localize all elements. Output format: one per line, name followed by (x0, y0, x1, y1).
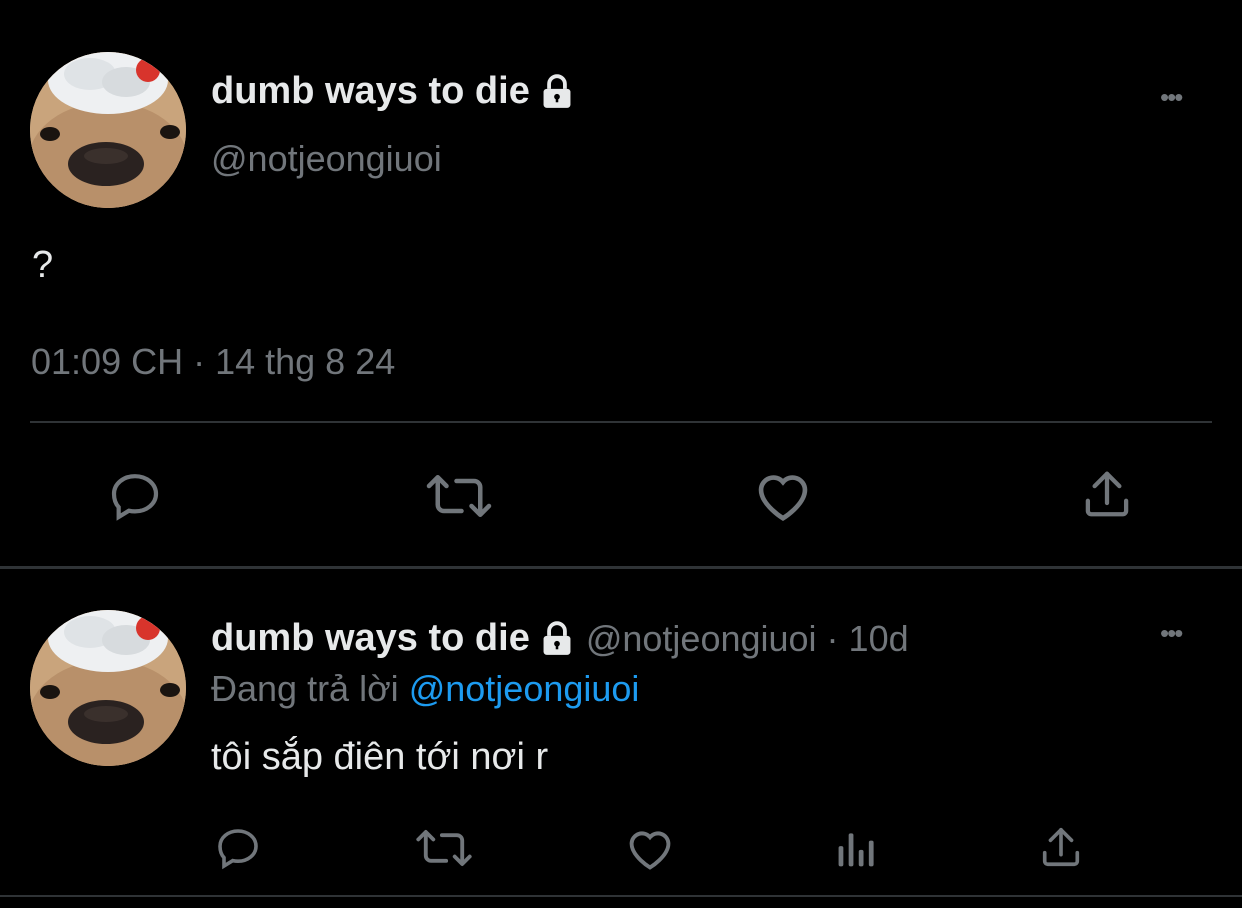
lock-icon (538, 73, 576, 111)
analytics-icon[interactable] (834, 826, 878, 870)
retweet-icon[interactable] (414, 826, 474, 870)
reply-author-name[interactable]: dumb ways to die (211, 617, 576, 660)
comment-icon[interactable] (106, 468, 164, 524)
lock-icon (538, 620, 576, 658)
replying-mention[interactable]: @notjeongiuoi (409, 668, 640, 709)
share-icon[interactable] (1080, 466, 1134, 522)
divider (0, 566, 1242, 569)
divider (0, 895, 1242, 897)
heart-icon[interactable] (752, 466, 814, 524)
avatar-image (30, 52, 186, 208)
tweet-text: ? (32, 244, 54, 286)
avatar[interactable] (30, 52, 186, 208)
reply-text: tôi sắp điên tới nơi r (211, 736, 549, 778)
tweet-timestamp[interactable]: 01:09 CH · 14 thg 8 24 (31, 341, 395, 383)
replying-to-line: Đang trả lời @notjeongiuoi (211, 668, 639, 710)
comment-icon[interactable] (213, 824, 263, 872)
more-icon[interactable]: ••• (1160, 620, 1183, 646)
reply-avatar[interactable] (30, 610, 186, 766)
reply-author-handle[interactable]: @notjeongiuoi (586, 618, 817, 660)
avatar-image (30, 610, 186, 766)
divider (30, 421, 1212, 423)
more-icon[interactable]: ••• (1160, 84, 1183, 110)
author-name[interactable]: dumb ways to die (211, 70, 576, 113)
separator-dot: · (826, 617, 839, 659)
share-icon[interactable] (1038, 824, 1084, 870)
heart-icon[interactable] (624, 824, 676, 872)
reply-header: dumb ways to die @notjeongiuoi · 10d (211, 617, 909, 660)
replying-prefix: Đang trả lời (211, 668, 399, 709)
reply-author-name-text: dumb ways to die (211, 617, 530, 659)
author-handle[interactable]: @notjeongiuoi (211, 138, 442, 180)
retweet-icon[interactable] (424, 470, 494, 522)
author-name-text: dumb ways to die (211, 70, 530, 112)
reply-age[interactable]: 10d (849, 618, 909, 660)
